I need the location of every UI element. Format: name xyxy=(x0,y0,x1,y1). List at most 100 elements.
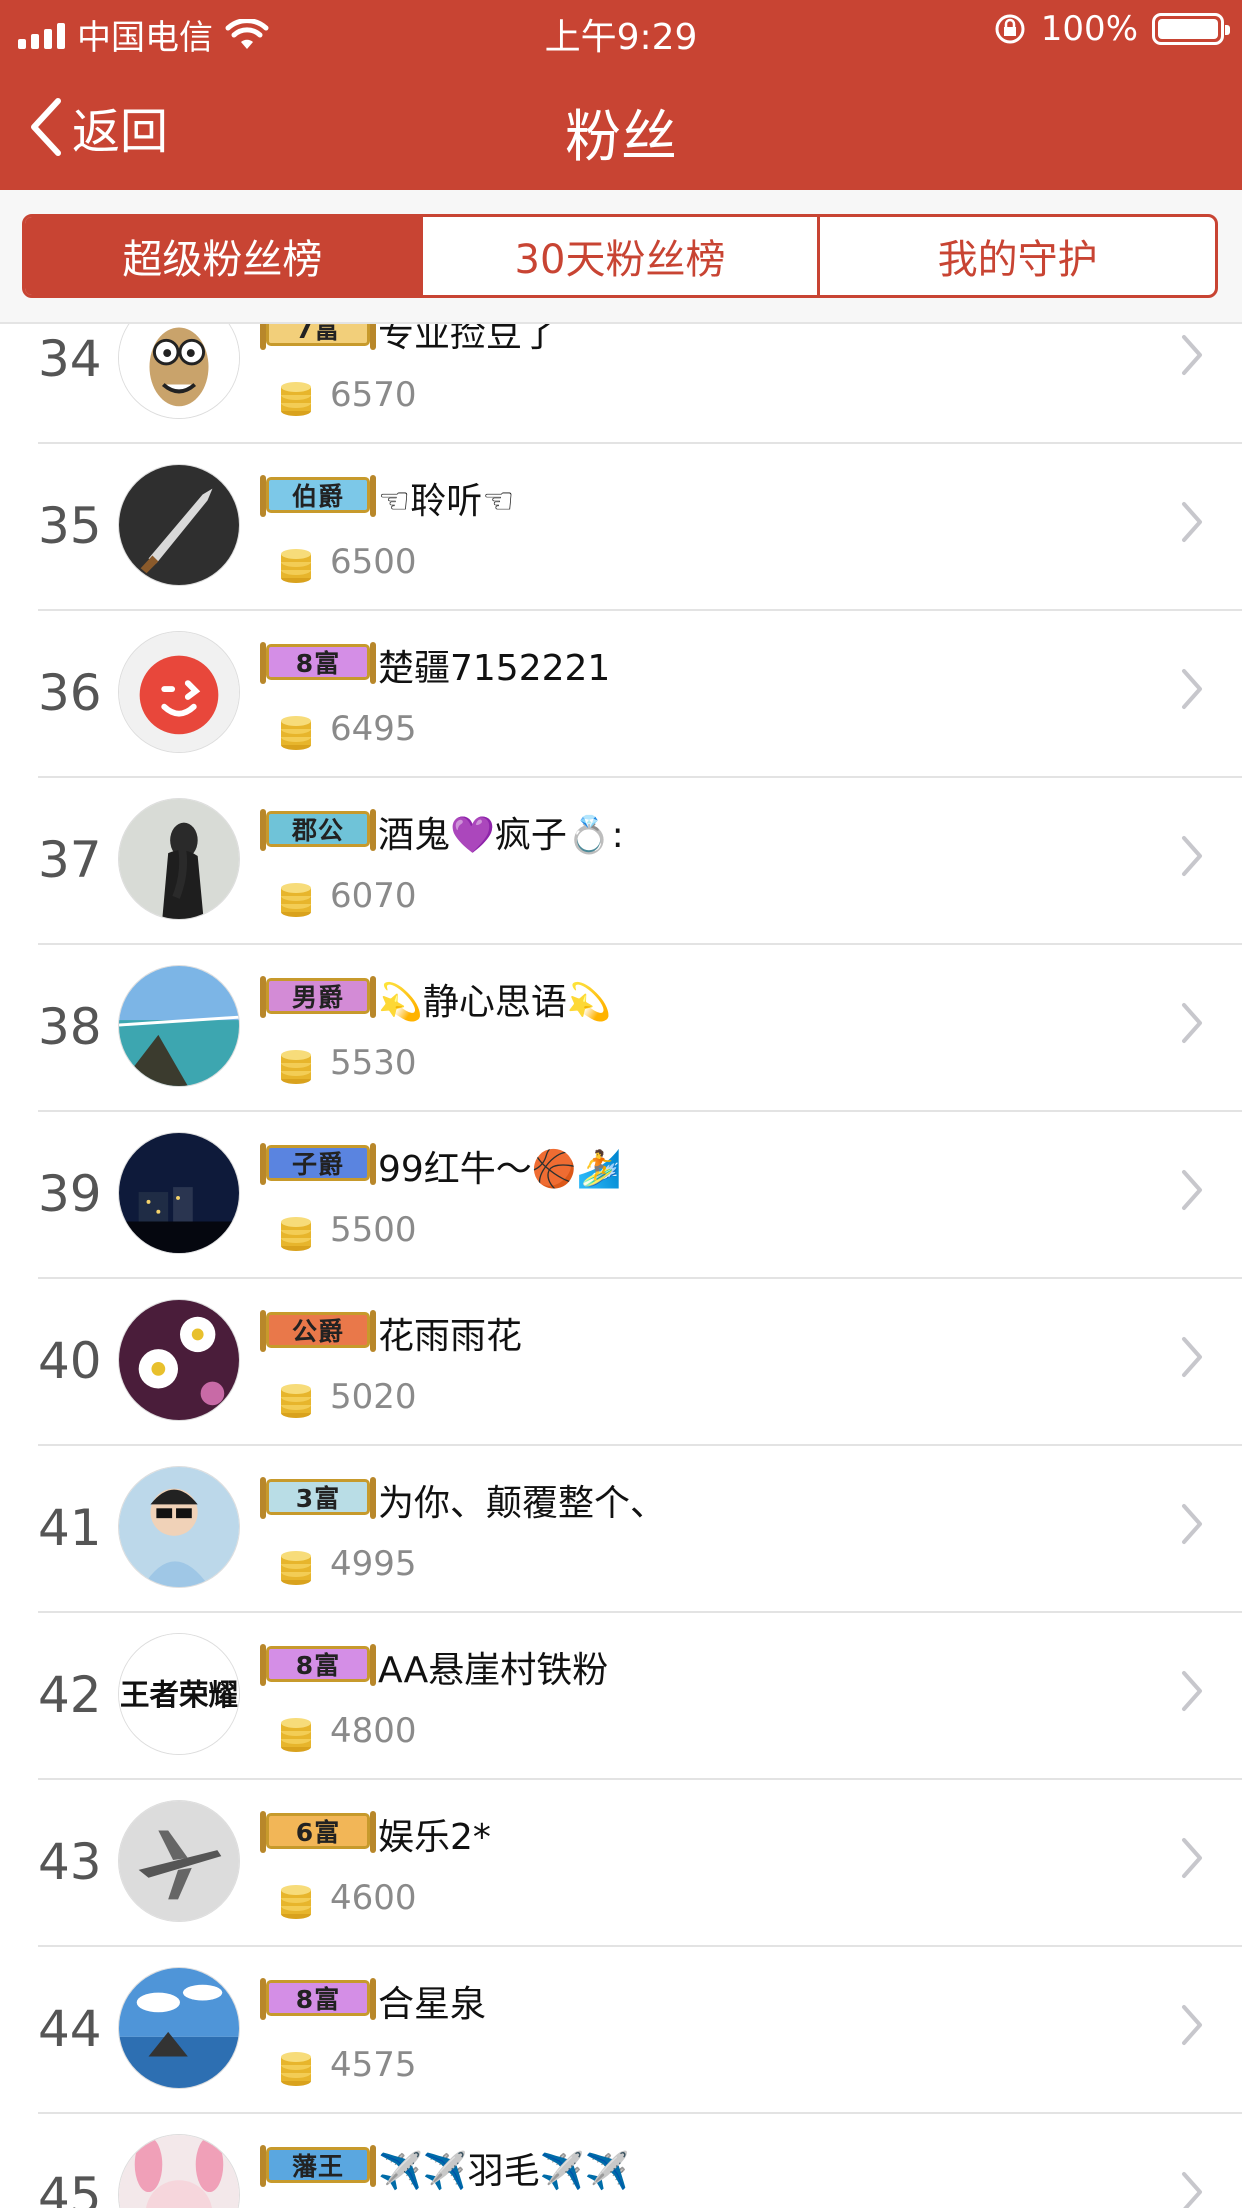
coin-amount: 5020 xyxy=(330,1377,417,1417)
coin-amount: 6500 xyxy=(330,542,417,582)
rank-number: 44 xyxy=(38,1999,102,2058)
level-badge: 藩王 xyxy=(260,2145,376,2187)
avatar[interactable] xyxy=(118,1299,240,1421)
header: 中国电信 上午9:29 100% 返回 粉丝 xyxy=(0,0,1242,190)
level-badge: 8富 xyxy=(260,642,376,684)
fan-row[interactable]: 35 伯爵 ☜聆听☜ 6500 xyxy=(38,444,1242,611)
rotation-lock-icon xyxy=(995,14,1025,44)
tab-my-guardians[interactable]: 我的守护 xyxy=(817,217,1215,295)
level-badge: 公爵 xyxy=(260,1310,376,1352)
coin-amount: 6495 xyxy=(330,709,417,749)
rank-number: 41 xyxy=(38,1498,102,1557)
avatar[interactable] xyxy=(118,1800,240,1922)
coins-icon xyxy=(278,1379,314,1419)
coin-amount: 4995 xyxy=(330,1544,417,1584)
tab-super-fans[interactable]: 超级粉丝榜 xyxy=(25,217,420,295)
rank-number: 35 xyxy=(38,496,102,555)
coins-icon xyxy=(278,878,314,918)
coins-icon xyxy=(278,1713,314,1753)
fan-name: 99红牛～🏀🏄 xyxy=(378,1149,622,1190)
coins-icon xyxy=(278,544,314,584)
tab-30day-fans[interactable]: 30天粉丝榜 xyxy=(419,217,818,295)
chevron-right-icon[interactable] xyxy=(1180,1001,1204,1045)
chevron-right-icon[interactable] xyxy=(1180,500,1204,544)
avatar[interactable] xyxy=(118,965,240,1087)
rank-number: 37 xyxy=(38,830,102,889)
chevron-right-icon[interactable] xyxy=(1180,834,1204,878)
fan-name: 💫静心思语💫 xyxy=(378,982,612,1023)
fan-name: AA悬崖村铁粉 xyxy=(378,1650,609,1691)
avatar[interactable] xyxy=(118,1132,240,1254)
fan-name: 为你、颠覆整个、 xyxy=(378,1483,667,1524)
coins-icon xyxy=(278,1546,314,1586)
avatar[interactable] xyxy=(118,324,240,419)
fan-row[interactable]: 39 子爵 99红牛～🏀🏄 5500 xyxy=(38,1112,1242,1279)
fan-name: 合星泉 xyxy=(378,1984,487,2025)
battery-icon xyxy=(1152,13,1230,45)
chevron-right-icon[interactable] xyxy=(1180,1502,1204,1546)
rank-number: 40 xyxy=(38,1331,102,1390)
level-badge: 6富 xyxy=(260,1811,376,1853)
coin-amount: 4600 xyxy=(330,1878,417,1918)
chevron-right-icon[interactable] xyxy=(1180,333,1204,377)
fan-row[interactable]: 43 6富 娱乐2* 4600 xyxy=(38,1780,1242,1947)
level-badge: 子爵 xyxy=(260,1143,376,1185)
navigation-bar: 返回 粉丝 xyxy=(0,62,1242,190)
rank-number: 43 xyxy=(38,1832,102,1891)
fan-row[interactable]: 44 8富 合星泉 4575 xyxy=(38,1947,1242,2114)
coins-icon xyxy=(278,1045,314,1085)
fan-row[interactable]: 40 公爵 花雨雨花 5020 xyxy=(38,1279,1242,1446)
coin-amount: 6070 xyxy=(330,876,417,916)
page-title: 粉丝 xyxy=(565,105,677,170)
coins-icon xyxy=(278,711,314,751)
coin-amount: 5530 xyxy=(330,1043,417,1083)
fan-name: 酒鬼💜疯子💍: xyxy=(378,815,624,856)
segmented-control: 超级粉丝榜 30天粉丝榜 我的守护 xyxy=(22,214,1218,298)
avatar[interactable]: 王者荣耀 xyxy=(118,1633,240,1755)
chevron-right-icon[interactable] xyxy=(1180,2170,1204,2208)
avatar[interactable] xyxy=(118,798,240,920)
fan-name: ☜聆听☜ xyxy=(378,481,515,522)
fan-name: 花雨雨花 xyxy=(378,1316,523,1357)
rank-number: 39 xyxy=(38,1164,102,1223)
avatar[interactable] xyxy=(118,464,240,586)
chevron-right-icon[interactable] xyxy=(1180,1669,1204,1713)
tab-bar-container: 超级粉丝榜 30天粉丝榜 我的守护 xyxy=(0,190,1242,324)
fan-row[interactable]: 42 王者荣耀 8富 AA悬崖村铁粉 4800 xyxy=(38,1613,1242,1780)
avatar[interactable] xyxy=(118,631,240,753)
fan-row[interactable]: 37 郡公 酒鬼💜疯子💍: 6070 xyxy=(38,778,1242,945)
coins-icon xyxy=(278,1212,314,1252)
level-badge: 7富 xyxy=(260,324,376,350)
fan-row[interactable]: 36 8富 楚疆7152221 6495 xyxy=(38,611,1242,778)
fan-row[interactable]: 41 3富 为你、颠覆整个、 4995 xyxy=(38,1446,1242,1613)
rank-number: 34 xyxy=(38,329,102,388)
fan-row[interactable]: 34 7富 专业捡豆了 6570 xyxy=(38,324,1242,444)
avatar[interactable] xyxy=(118,1967,240,2089)
chevron-right-icon[interactable] xyxy=(1180,1836,1204,1880)
status-bar: 中国电信 上午9:29 100% xyxy=(0,0,1242,62)
fans-list[interactable]: 34 7富 专业捡豆了 6570 35 伯爵 ☜聆听☜ 6500 36 8富 楚疆7152221 64… xyxy=(0,324,1242,2208)
coin-amount: 4575 xyxy=(330,2045,417,2085)
chevron-right-icon[interactable] xyxy=(1180,667,1204,711)
avatar[interactable] xyxy=(118,1466,240,1588)
fan-row[interactable]: 45 藩王 ✈️✈️羽毛✈️✈️ xyxy=(38,2114,1242,2208)
fan-name: 娱乐2* xyxy=(378,1817,491,1858)
rank-number: 42 xyxy=(38,1665,102,1724)
level-badge: 8富 xyxy=(260,1978,376,2020)
rank-number: 38 xyxy=(38,997,102,1056)
fan-name: 楚疆7152221 xyxy=(378,648,611,689)
chevron-right-icon[interactable] xyxy=(1180,1168,1204,1212)
rank-number: 45 xyxy=(38,2166,102,2208)
fan-row[interactable]: 38 男爵 💫静心思语💫 5530 xyxy=(38,945,1242,1112)
level-badge: 男爵 xyxy=(260,976,376,1018)
chevron-right-icon[interactable] xyxy=(1180,1335,1204,1379)
fan-name: 专业捡豆了 xyxy=(378,324,559,355)
coin-amount: 6570 xyxy=(330,375,417,415)
battery-percent: 100% xyxy=(1040,9,1138,49)
coin-amount: 4800 xyxy=(330,1711,417,1751)
coins-icon xyxy=(278,377,314,417)
rank-number: 36 xyxy=(38,663,102,722)
avatar[interactable] xyxy=(118,2134,240,2208)
chevron-right-icon[interactable] xyxy=(1180,2003,1204,2047)
coins-icon xyxy=(278,2047,314,2087)
